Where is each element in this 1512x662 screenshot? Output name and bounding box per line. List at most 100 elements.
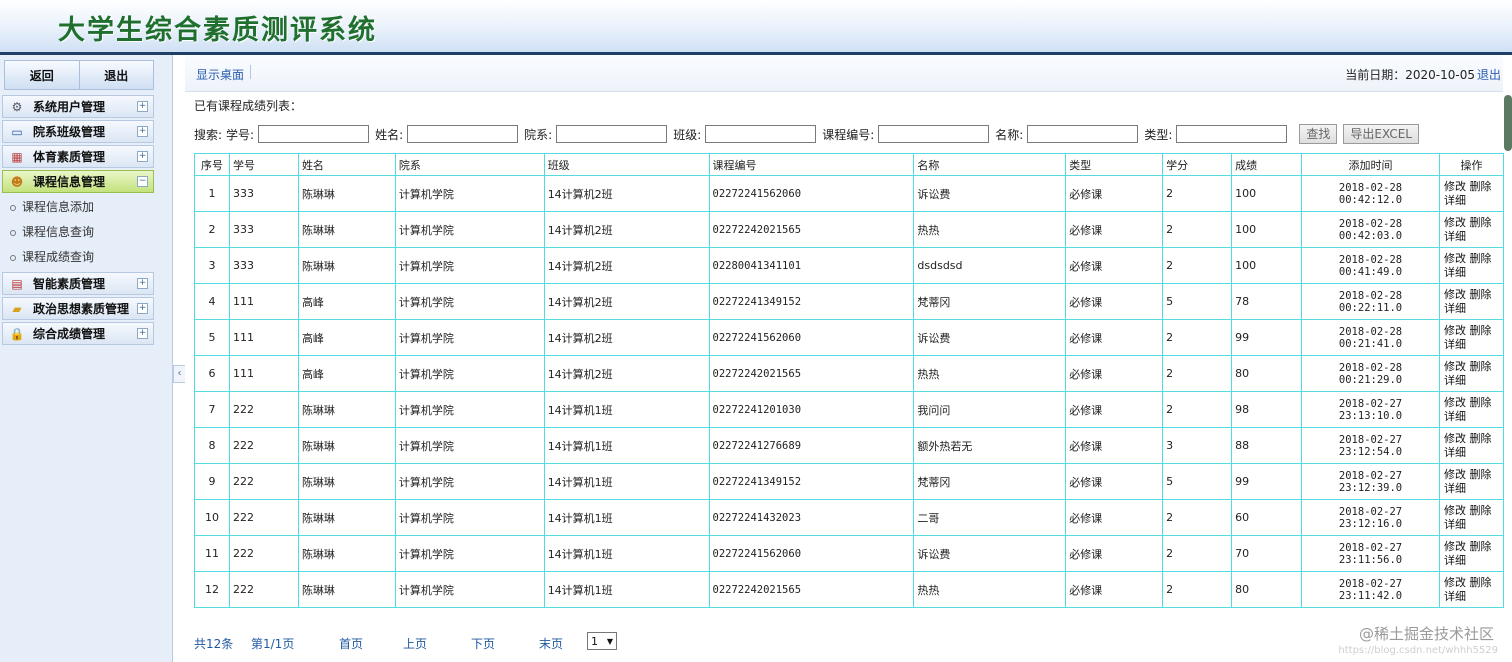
sidebar-item-0[interactable]: ⚙ 系统用户管理 + — [2, 95, 154, 118]
sidebar-subitem-1[interactable]: 课程信息查询 — [2, 220, 154, 245]
collapse-icon[interactable]: − — [137, 176, 148, 187]
edit-link[interactable]: 修改 — [1444, 504, 1466, 517]
expand-icon[interactable]: + — [137, 151, 148, 162]
delete-link[interactable]: 删除 — [1469, 252, 1491, 265]
delete-link[interactable]: 删除 — [1469, 324, 1491, 337]
sidebar-subitem-2[interactable]: 课程成绩查询 — [2, 245, 154, 270]
delete-link[interactable]: 删除 — [1469, 216, 1491, 229]
table-cell: 梵蒂冈 — [913, 463, 1067, 500]
detail-link[interactable]: 详细 — [1444, 194, 1466, 207]
detail-link[interactable]: 详细 — [1444, 230, 1466, 243]
column-header: 姓名 — [297, 153, 396, 176]
department-input[interactable] — [556, 125, 668, 143]
sidebar-item-4[interactable]: ▤ 智能素质管理 + — [2, 272, 154, 295]
pager-last[interactable]: 末页 — [539, 635, 563, 652]
detail-link[interactable]: 详细 — [1444, 302, 1466, 315]
table-cell: 我问问 — [913, 391, 1067, 428]
sidebar: 返回 退出 ⚙ 系统用户管理 + ▭ 院系班级管理 + ▦ 体育素质管理 + ☻ 课程信息管理 − 课程… — [0, 55, 173, 662]
lock-icon: 🔒 — [9, 326, 25, 341]
detail-link[interactable]: 详细 — [1444, 518, 1466, 531]
expand-icon[interactable]: + — [137, 328, 148, 339]
pager-first[interactable]: 首页 — [339, 635, 363, 652]
type-input[interactable] — [1176, 125, 1288, 143]
edit-link[interactable]: 修改 — [1444, 432, 1466, 445]
edit-link[interactable]: 修改 — [1444, 540, 1466, 553]
table-cell: 14计算机2班 — [543, 283, 710, 320]
delete-link[interactable]: 删除 — [1469, 180, 1491, 193]
page-select-value: 1 — [591, 635, 598, 648]
show-desktop-link[interactable]: 显示桌面 — [196, 66, 244, 83]
edit-link[interactable]: 修改 — [1444, 252, 1466, 265]
exit-button[interactable]: 退出 — [79, 60, 154, 90]
bullet-icon — [10, 229, 16, 236]
name-input[interactable] — [407, 125, 519, 143]
table-cell: 99 — [1231, 319, 1303, 356]
logout-link[interactable]: 退出 — [1477, 66, 1501, 83]
export-excel-button[interactable]: 导出EXCEL — [1343, 124, 1419, 144]
sidebar-item-1[interactable]: ▭ 院系班级管理 + — [2, 120, 154, 143]
table-cell: 2 — [194, 211, 230, 248]
current-date: 当前日期：2020-10-05 — [1345, 68, 1475, 82]
scrollbar-thumb[interactable] — [1504, 95, 1512, 151]
edit-link[interactable]: 修改 — [1444, 468, 1466, 481]
table-cell: 02272241432023 — [708, 499, 915, 536]
delete-link[interactable]: 删除 — [1469, 432, 1491, 445]
sidebar-item-5[interactable]: ▰ 政治思想素质管理 + — [2, 297, 154, 320]
delete-link[interactable]: 删除 — [1469, 288, 1491, 301]
table-cell: 计算机学院 — [394, 175, 545, 212]
edit-link[interactable]: 修改 — [1444, 360, 1466, 373]
detail-link[interactable]: 详细 — [1444, 482, 1466, 495]
table-cell: 计算机学院 — [394, 319, 545, 356]
page-select[interactable]: 1 ▼ — [587, 632, 617, 650]
label-name: 姓名: — [375, 127, 404, 142]
edit-link[interactable]: 修改 — [1444, 576, 1466, 589]
detail-link[interactable]: 详细 — [1444, 374, 1466, 387]
table-cell: 2 — [1162, 499, 1233, 536]
edit-link[interactable]: 修改 — [1444, 396, 1466, 409]
course-code-input[interactable] — [878, 125, 990, 143]
course-name-input[interactable] — [1027, 125, 1139, 143]
delete-link[interactable]: 删除 — [1469, 396, 1491, 409]
label-course-name: 名称: — [995, 127, 1024, 142]
edit-link[interactable]: 修改 — [1444, 324, 1466, 337]
search-button[interactable]: 查找 — [1299, 124, 1338, 144]
detail-link[interactable]: 详细 — [1444, 266, 1466, 279]
detail-link[interactable]: 详细 — [1444, 554, 1466, 567]
sidebar-subitem-0[interactable]: 课程信息添加 — [2, 195, 154, 220]
back-button[interactable]: 返回 — [4, 60, 80, 90]
detail-link[interactable]: 详细 — [1444, 590, 1466, 603]
delete-link[interactable]: 删除 — [1469, 540, 1491, 553]
edit-link[interactable]: 修改 — [1444, 180, 1466, 193]
delete-link[interactable]: 删除 — [1469, 576, 1491, 589]
class-input[interactable] — [705, 125, 817, 143]
table-cell: 陈琳琳 — [297, 175, 396, 212]
detail-link[interactable]: 详细 — [1444, 410, 1466, 423]
delete-link[interactable]: 删除 — [1469, 360, 1491, 373]
delete-link[interactable]: 删除 — [1469, 468, 1491, 481]
pager-next[interactable]: 下页 — [471, 635, 495, 652]
edit-link[interactable]: 修改 — [1444, 288, 1466, 301]
detail-link[interactable]: 详细 — [1444, 446, 1466, 459]
sidebar-subitem-label: 课程信息添加 — [22, 200, 95, 214]
delete-link[interactable]: 删除 — [1469, 504, 1491, 517]
expand-icon[interactable]: + — [137, 101, 148, 112]
expand-icon[interactable]: + — [137, 303, 148, 314]
table-cell: 陈琳琳 — [297, 247, 396, 284]
expand-icon[interactable]: + — [137, 126, 148, 137]
table-cell: 陈琳琳 — [297, 391, 396, 428]
detail-link[interactable]: 详细 — [1444, 338, 1466, 351]
column-header: 院系 — [394, 153, 545, 176]
sidebar-item-6[interactable]: 🔒 综合成绩管理 + — [2, 322, 154, 345]
expand-icon[interactable]: + — [137, 278, 148, 289]
sidebar-item-2[interactable]: ▦ 体育素质管理 + — [2, 145, 154, 168]
table-cell: 热热 — [913, 355, 1067, 392]
student-no-input[interactable] — [258, 125, 370, 143]
table-cell: 02272241562060 — [708, 535, 915, 572]
table-cell: 333 — [228, 211, 299, 248]
table-cell: 14计算机1班 — [543, 391, 710, 428]
pager-prev[interactable]: 上页 — [403, 635, 427, 652]
sidebar-menu: ⚙ 系统用户管理 + ▭ 院系班级管理 + ▦ 体育素质管理 + ☻ 课程信息管理 − 课程信息添加课程… — [2, 95, 154, 347]
sidebar-item-3[interactable]: ☻ 课程信息管理 − — [2, 170, 154, 193]
edit-link[interactable]: 修改 — [1444, 216, 1466, 229]
table-cell: 3 — [194, 247, 230, 284]
